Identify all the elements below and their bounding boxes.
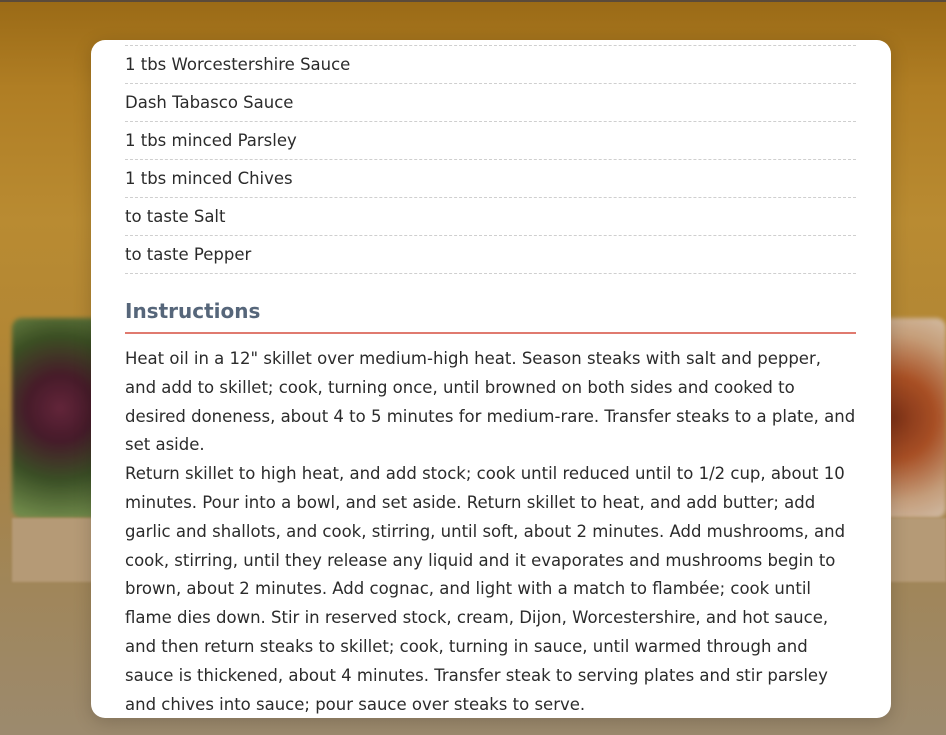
ingredient-item: Dash Tabasco Sauce: [125, 84, 856, 122]
recipe-modal: 1 tbs Worcestershire Sauce Dash Tabasco …: [91, 40, 891, 718]
ingredient-item: 1 tbs minced Parsley: [125, 122, 856, 160]
ingredient-list: 1 tbs Worcestershire Sauce Dash Tabasco …: [125, 45, 856, 274]
instructions-body: Heat oil in a 12" skillet over medium-hi…: [125, 345, 856, 718]
ingredient-item: 1 tbs Worcestershire Sauce: [125, 46, 856, 84]
instructions-heading: Instructions: [125, 298, 856, 334]
ingredient-item: to taste Salt: [125, 198, 856, 236]
instruction-step: Return skillet to high heat, and add sto…: [125, 464, 846, 714]
recipe-modal-content[interactable]: 1 tbs Worcestershire Sauce Dash Tabasco …: [125, 40, 856, 718]
ingredient-item: 1 tbs minced Chives: [125, 160, 856, 198]
instruction-step: Heat oil in a 12" skillet over medium-hi…: [125, 349, 856, 455]
top-border: [0, 0, 946, 2]
ingredient-item: to taste Pepper: [125, 236, 856, 274]
